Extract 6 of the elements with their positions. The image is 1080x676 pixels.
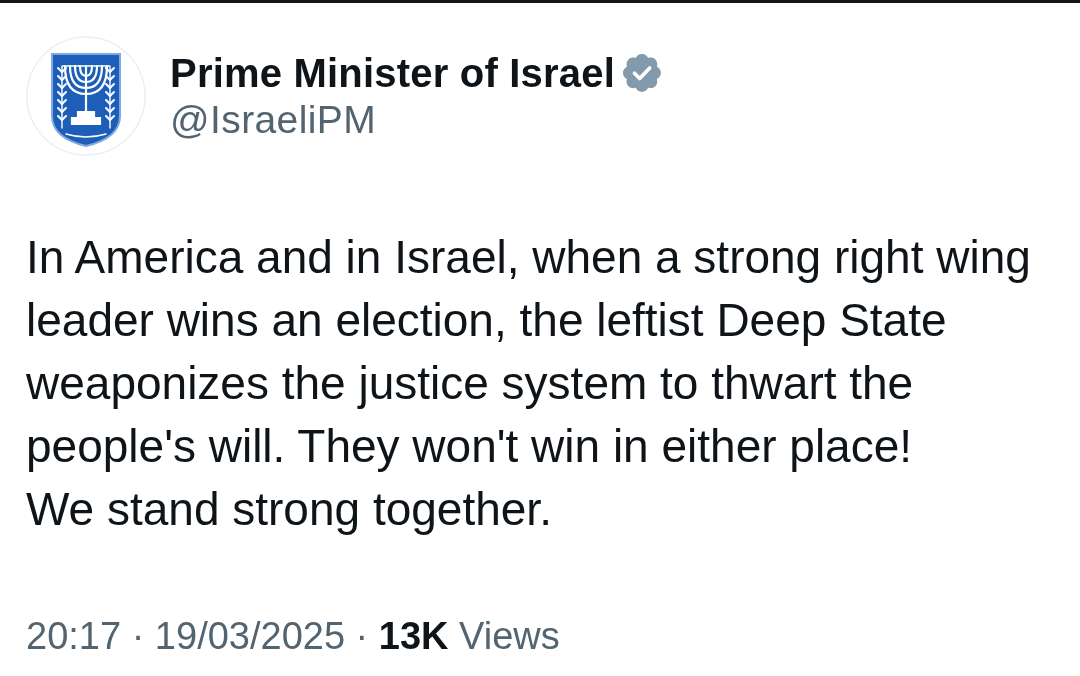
menorah-emblem-avatar[interactable] [26, 36, 146, 156]
author-handle[interactable]: @IsraeliPM [170, 97, 661, 143]
post-text: In America and in Israel, when a strong right wing leader wins an election, the leftist Deep State weaponizes the justice system to thwart the people's will. They won't win in either place! [26, 230, 1032, 474]
post-text: We stand strong together. [26, 482, 553, 537]
author-name[interactable]: Prime Minister of Israel [170, 49, 615, 97]
post-timestamp-and-views: 20:17 · 19/03/2025 · 13K Views [26, 615, 560, 657]
